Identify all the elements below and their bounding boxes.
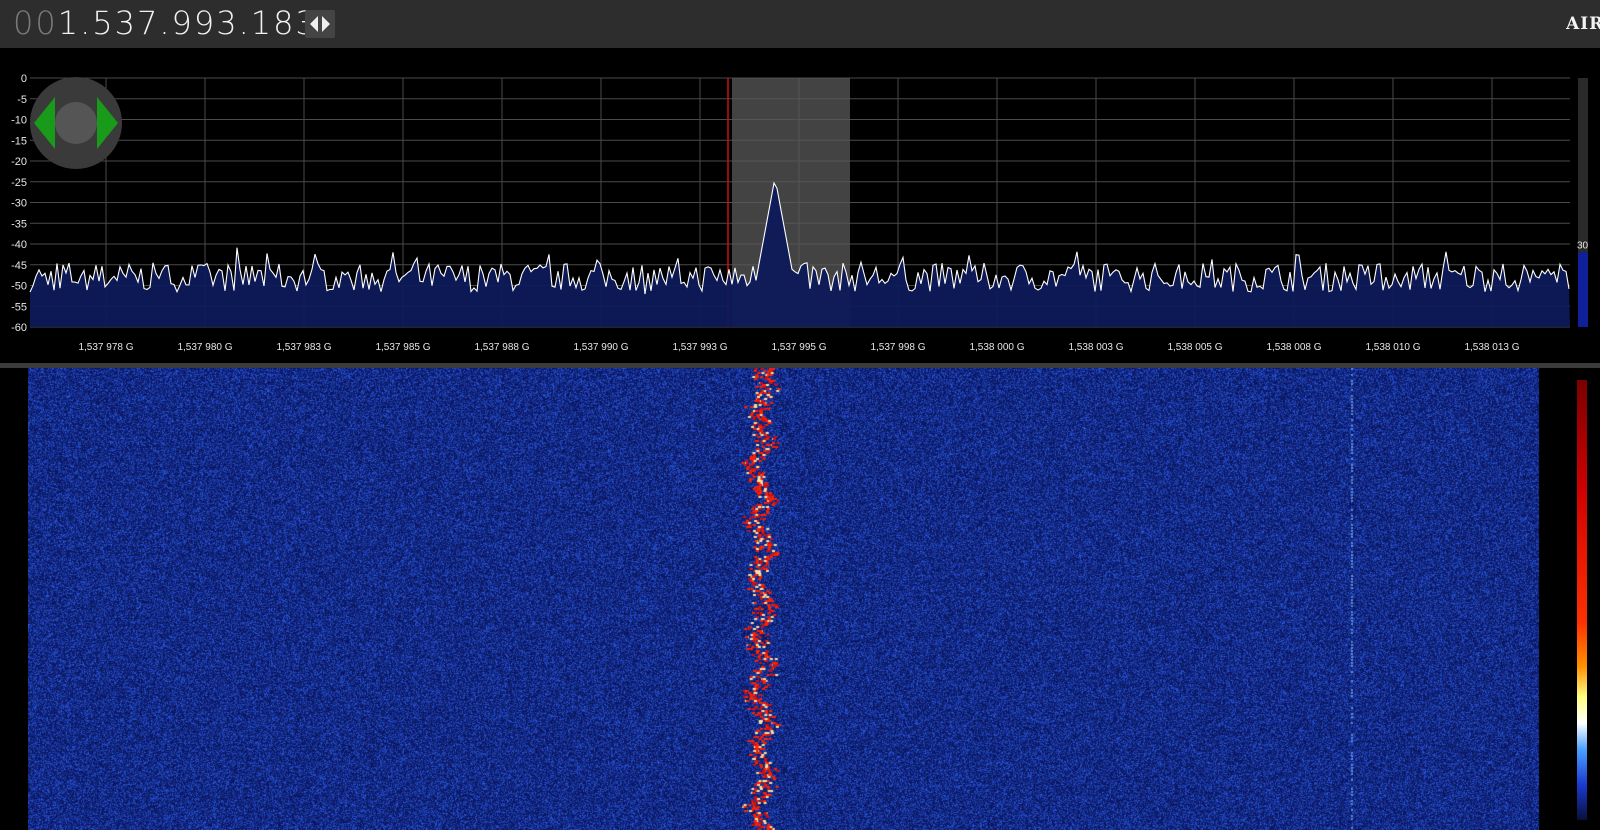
left-right-arrows-icon[interactable] — [305, 10, 335, 38]
db-label: -55 — [11, 301, 27, 313]
frequency-label: 1,537 988 G — [474, 342, 529, 353]
db-label: -20 — [11, 156, 27, 168]
db-label: -50 — [11, 281, 27, 293]
frequency-label: 1,537 990 G — [573, 342, 628, 353]
frequency-label: 1,538 003 G — [1068, 342, 1123, 353]
db-label: -30 — [11, 198, 27, 210]
frequency-label: 1,537 983 G — [276, 342, 331, 353]
frequency-label: 1,537 995 G — [771, 342, 826, 353]
level-meter-fill — [1578, 252, 1588, 327]
frequency-label: 1,538 000 G — [969, 342, 1024, 353]
db-axis-labels: 0 -5 -10 -15 -20 -25 -30 -35 -40 -45 -50 -55 -60 — [11, 73, 27, 334]
frequency-label: 1,538 008 G — [1266, 342, 1321, 353]
zoom-pad-icon[interactable] — [30, 77, 122, 169]
frequency-digits[interactable]: 1.537.993.183 — [58, 4, 318, 42]
db-label: -40 — [11, 239, 27, 251]
db-label: -15 — [11, 135, 27, 147]
waterfall-canvas[interactable] — [28, 368, 1570, 830]
level-meter-value: 30 — [1577, 240, 1589, 251]
frequency-label: 1,538 013 G — [1464, 342, 1519, 353]
frequency-label: 1,537 998 G — [870, 342, 925, 353]
frequency-leading-digits[interactable]: 00 — [13, 4, 58, 42]
db-label: 0 — [21, 73, 27, 85]
spectrum-plot[interactable]: 0 -5 -10 -15 -20 -25 -30 -35 -40 -45 -50 -55 -60 1,5… — [0, 48, 1600, 363]
db-label: -45 — [11, 260, 27, 272]
db-label: -10 — [11, 115, 27, 127]
waterfall-color-scale — [1577, 380, 1587, 820]
frequency-label: 1,537 993 G — [672, 342, 727, 353]
frequency-display[interactable]: 001.537.993.183 — [13, 4, 318, 42]
frequency-label: 1,537 985 G — [375, 342, 430, 353]
db-label: -35 — [11, 218, 27, 230]
brand-logo: AIRSPY — [1566, 14, 1600, 34]
spectrum-panel[interactable]: 0 -5 -10 -15 -20 -25 -30 -35 -40 -45 -50 -55 -60 1,5… — [0, 48, 1600, 363]
top-bar: 001.537.993.183 AIRSPY — [0, 0, 1600, 48]
frequency-label: 1,537 980 G — [177, 342, 232, 353]
waterfall-panel[interactable] — [0, 368, 1600, 830]
db-label: -5 — [17, 94, 27, 106]
frequency-label: 1,538 010 G — [1365, 342, 1420, 353]
frequency-label: 1,538 005 G — [1167, 342, 1222, 353]
db-label: -25 — [11, 177, 27, 189]
frequency-label: 1,537 978 G — [78, 342, 133, 353]
frequency-axis-labels: 1,537 978 G 1,537 980 G 1,537 983 G 1,537 9… — [78, 342, 1519, 353]
db-label: -60 — [11, 322, 27, 334]
